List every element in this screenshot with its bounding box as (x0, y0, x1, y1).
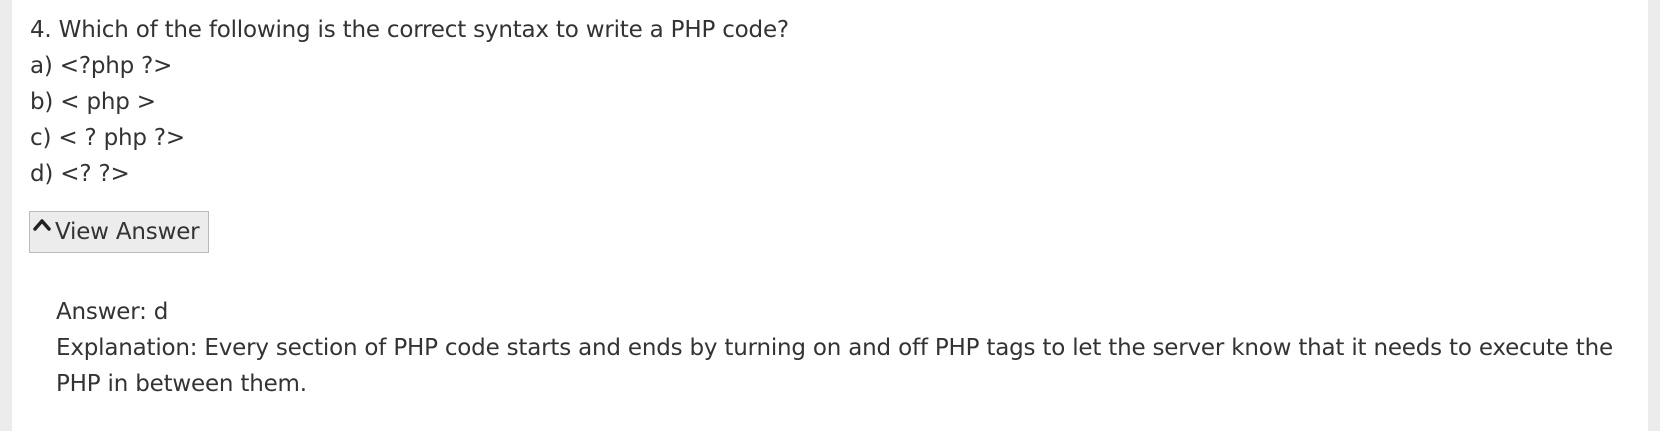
question-text: 4. Which of the following is the correct… (30, 17, 789, 43)
content-panel: 4. Which of the following is the correct… (12, 0, 1648, 431)
option-a: a) <?php ?> (30, 53, 173, 79)
question-block: 4. Which of the following is the correct… (30, 12, 789, 192)
answer-block: Answer: d Explanation: Every section of … (56, 294, 1636, 402)
caret-up-icon (33, 219, 51, 231)
view-answer-button[interactable]: View Answer (29, 211, 209, 253)
option-b: b) < php > (30, 89, 156, 115)
answer-text: Answer: d (56, 299, 169, 325)
option-c: c) < ? php ?> (30, 125, 185, 151)
view-answer-label: View Answer (55, 219, 200, 245)
option-d: d) <? ?> (30, 161, 130, 187)
explanation-text: Explanation: Every section of PHP code s… (56, 335, 1613, 397)
